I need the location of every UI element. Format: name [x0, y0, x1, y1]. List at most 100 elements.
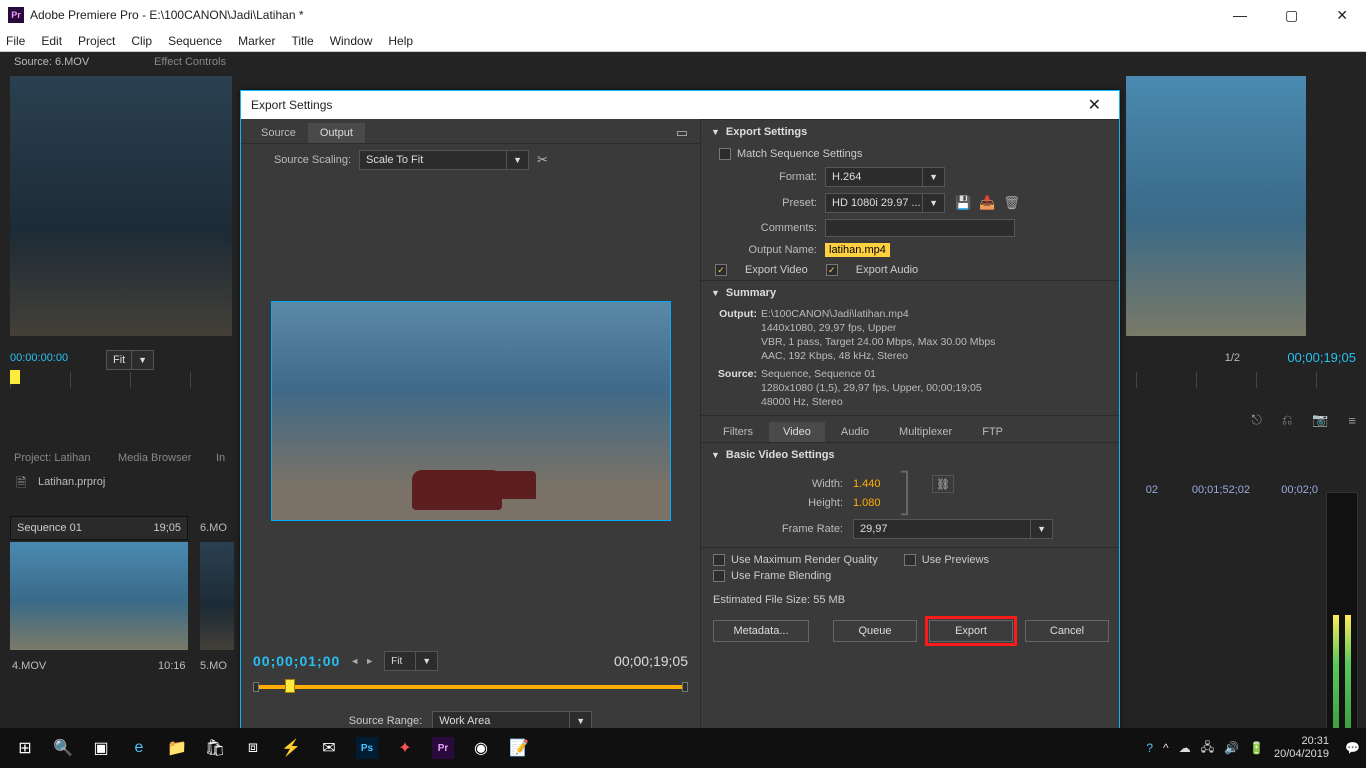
- windows-taskbar: ⊞ 🔍 ▣ e 📁 🛍 ⧈ ⚡ ✉ Ps ✦ Pr ◉ 📝 ? ^ ☁ 🖧 🔊 …: [0, 728, 1366, 768]
- tray-clock[interactable]: 20:3120/04/2019: [1274, 735, 1335, 761]
- link-dimensions-icon[interactable]: ⛓: [932, 475, 954, 493]
- height-value[interactable]: 1.080: [853, 497, 903, 509]
- cancel-button[interactable]: Cancel: [1025, 620, 1109, 642]
- queue-button[interactable]: Queue: [833, 620, 917, 642]
- export-audio-checkbox[interactable]: ✓: [826, 264, 838, 276]
- menu-help[interactable]: Help: [388, 34, 413, 48]
- delete-preset-icon[interactable]: 🗑: [1003, 195, 1020, 211]
- search-icon[interactable]: 🔍: [44, 729, 82, 767]
- mail-icon[interactable]: ✉: [310, 729, 348, 767]
- tab-filters[interactable]: Filters: [709, 422, 767, 442]
- basic-video-twirl-icon[interactable]: ▼: [711, 450, 720, 460]
- crop-icon[interactable]: ✂: [537, 152, 548, 168]
- width-value[interactable]: 1.440: [853, 478, 903, 490]
- tray-battery-icon[interactable]: 🔋: [1249, 741, 1264, 755]
- export-button[interactable]: Export: [929, 620, 1013, 642]
- menu-clip[interactable]: Clip: [131, 34, 152, 48]
- app-icon-red[interactable]: ✦: [386, 729, 424, 767]
- tab-source[interactable]: Source: [249, 123, 308, 143]
- preset-dropdown[interactable]: HD 1080i 29.97 ...▼: [825, 193, 945, 213]
- program-marker-pos: 1/2: [1225, 352, 1240, 364]
- edge-icon[interactable]: e: [120, 729, 158, 767]
- source-time-ruler[interactable]: [10, 372, 232, 388]
- effect-controls-tab[interactable]: Effect Controls: [154, 56, 226, 68]
- project-item-6mov[interactable]: 6.MO: [200, 522, 227, 534]
- output-name-link[interactable]: latihan.mp4: [825, 243, 890, 257]
- media-browser-tab[interactable]: Media Browser: [118, 452, 191, 464]
- project-tab[interactable]: Project: Latihan: [14, 452, 90, 464]
- tab-multiplexer[interactable]: Multiplexer: [885, 422, 966, 442]
- program-time-ruler[interactable]: [1136, 372, 1356, 388]
- lightning-icon[interactable]: ⚡: [272, 729, 310, 767]
- tray-help-icon[interactable]: ?: [1146, 741, 1153, 755]
- preview-range-slider[interactable]: [253, 679, 688, 695]
- chrome-icon[interactable]: ◉: [462, 729, 500, 767]
- program-monitor[interactable]: [1126, 76, 1306, 336]
- tray-chevron-icon[interactable]: ^: [1163, 741, 1169, 755]
- tab-audio[interactable]: Audio: [827, 422, 883, 442]
- project-item-5mov[interactable]: 5.MO: [200, 660, 227, 672]
- window-maximize-button[interactable]: ▢: [1275, 5, 1308, 26]
- dropbox-icon[interactable]: ⧈: [234, 729, 272, 767]
- aspect-correction-icon[interactable]: ▭: [672, 123, 692, 143]
- start-button[interactable]: ⊞: [6, 729, 44, 767]
- menu-project[interactable]: Project: [78, 34, 115, 48]
- frame-rate-dropdown[interactable]: 29,97▼: [853, 519, 1053, 539]
- settings-icon[interactable]: ≡: [1348, 413, 1356, 428]
- menu-title[interactable]: Title: [291, 34, 313, 48]
- tab-video[interactable]: Video: [769, 422, 825, 442]
- use-max-quality-checkbox[interactable]: [713, 554, 725, 566]
- export-video-checkbox[interactable]: ✓: [715, 264, 727, 276]
- tray-network-icon[interactable]: 🖧: [1201, 738, 1214, 759]
- metadata-button[interactable]: Metadata...: [713, 620, 809, 642]
- menu-edit[interactable]: Edit: [41, 34, 62, 48]
- preview-current-timecode[interactable]: 00;00;01;00: [253, 653, 340, 669]
- prev-frame-icon[interactable]: ◄: [350, 656, 359, 666]
- project-thumb-sequence[interactable]: [10, 542, 188, 650]
- window-minimize-button[interactable]: —: [1223, 5, 1257, 26]
- next-frame-icon[interactable]: ►: [365, 656, 374, 666]
- tray-volume-icon[interactable]: 🔊: [1224, 741, 1239, 755]
- use-frame-blending-checkbox[interactable]: [713, 570, 725, 582]
- project-thumb-6mov[interactable]: [200, 542, 234, 650]
- menu-marker[interactable]: Marker: [238, 34, 275, 48]
- menu-window[interactable]: Window: [330, 34, 373, 48]
- use-previews-checkbox[interactable]: [904, 554, 916, 566]
- photoshop-icon[interactable]: Ps: [348, 729, 386, 767]
- source-monitor[interactable]: [10, 76, 232, 336]
- premiere-taskbar-icon[interactable]: Pr: [424, 729, 462, 767]
- tab-ftp[interactable]: FTP: [968, 422, 1017, 442]
- comments-input[interactable]: [825, 219, 1015, 237]
- source-tab[interactable]: Source: 6.MOV: [14, 56, 89, 68]
- dialog-close-button[interactable]: ✕: [1080, 95, 1109, 115]
- store-icon[interactable]: 🛍: [196, 729, 234, 767]
- menu-sequence[interactable]: Sequence: [168, 34, 222, 48]
- project-item-4mov[interactable]: 4.MOV: [12, 660, 46, 672]
- format-dropdown[interactable]: H.264▼: [825, 167, 945, 187]
- preview-fit-dropdown[interactable]: Fit▼: [384, 651, 438, 671]
- export-settings-twirl-icon[interactable]: ▼: [711, 127, 720, 137]
- export-frame-icon[interactable]: 📷: [1312, 412, 1328, 428]
- task-view-icon[interactable]: ▣: [82, 729, 120, 767]
- summary-twirl-icon[interactable]: ▼: [711, 288, 720, 298]
- save-preset-icon[interactable]: 💾: [955, 195, 971, 211]
- lift-icon[interactable]: ⎋: [1252, 412, 1262, 428]
- extract-icon[interactable]: ⎌: [1282, 412, 1292, 428]
- window-close-button[interactable]: ✕: [1326, 5, 1358, 26]
- output-preview[interactable]: [271, 301, 671, 521]
- tray-onedrive-icon[interactable]: ☁: [1179, 741, 1191, 755]
- file-explorer-icon[interactable]: 📁: [158, 729, 196, 767]
- notepad-icon[interactable]: 📝: [500, 729, 538, 767]
- source-scaling-dropdown[interactable]: Scale To Fit▼: [359, 150, 529, 170]
- match-sequence-checkbox[interactable]: [719, 148, 731, 160]
- project-item-sequence[interactable]: Sequence 0119;05: [10, 516, 188, 540]
- menu-file[interactable]: File: [6, 34, 25, 48]
- info-tab[interactable]: In: [216, 452, 225, 464]
- dialog-titlebar[interactable]: Export Settings ✕: [241, 91, 1119, 119]
- tab-output[interactable]: Output: [308, 123, 365, 143]
- preview-playhead[interactable]: [285, 679, 295, 693]
- source-fit-dropdown[interactable]: Fit▼: [106, 350, 154, 370]
- tray-notifications-icon[interactable]: 💬: [1345, 741, 1360, 755]
- source-playhead[interactable]: [10, 370, 20, 384]
- import-preset-icon[interactable]: 📥: [979, 195, 995, 211]
